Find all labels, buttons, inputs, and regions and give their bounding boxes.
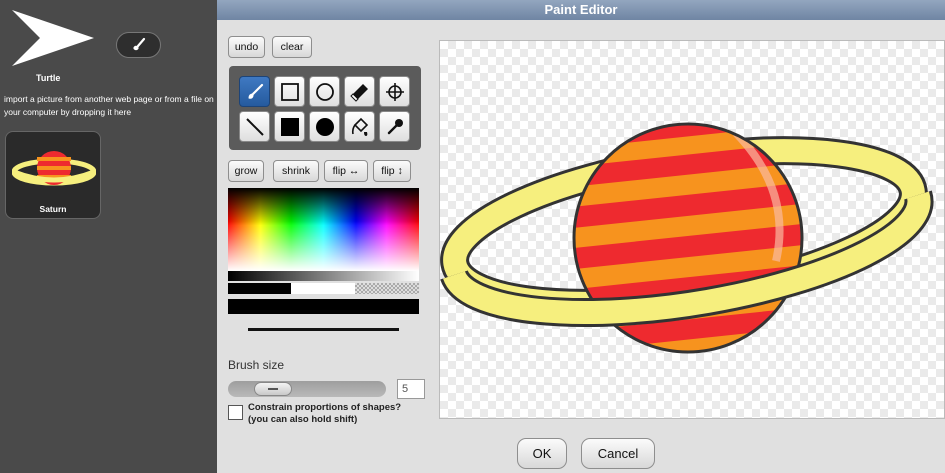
- color-palette[interactable]: [228, 188, 419, 271]
- constrain-checkbox[interactable]: [228, 405, 243, 420]
- flip-horizontal-button[interactable]: flip ↔: [324, 160, 368, 182]
- ellipse-tool[interactable]: [309, 76, 340, 107]
- grayscale-palette[interactable]: [228, 271, 419, 281]
- costume-panel: Turtle import a picture from another web…: [0, 0, 217, 473]
- filled-ellipse-tool[interactable]: [309, 111, 340, 142]
- flip-vertical-button[interactable]: flip ↕: [373, 160, 411, 182]
- brush-icon: [247, 83, 263, 99]
- dialog-title[interactable]: Paint Editor: [217, 0, 945, 20]
- filled-rectangle-icon: [280, 117, 299, 136]
- saturn-thumbnail-icon: [12, 151, 96, 186]
- cancel-button[interactable]: Cancel: [581, 438, 655, 469]
- ok-button[interactable]: OK: [517, 438, 567, 469]
- line-tool[interactable]: [239, 111, 270, 142]
- crosshairs-icon: [385, 82, 404, 101]
- import-hint: import a picture from another web page o…: [4, 94, 214, 117]
- crosshairs-tool[interactable]: [379, 76, 410, 107]
- clear-button[interactable]: clear: [272, 36, 312, 58]
- paint-editor-dialog: Paint Editor undo clear grow shrink flip…: [217, 0, 945, 473]
- white-swatch[interactable]: [291, 283, 355, 294]
- rectangle-tool[interactable]: [274, 76, 305, 107]
- costume-name: Saturn: [39, 204, 67, 214]
- filled-rectangle-tool[interactable]: [274, 111, 305, 142]
- turtle-arrow-icon: [12, 10, 94, 66]
- eyedropper-icon: [387, 118, 403, 134]
- drawing-canvas[interactable]: [439, 40, 945, 419]
- line-icon: [245, 117, 264, 136]
- transparent-swatch[interactable]: [355, 283, 419, 294]
- costume-thumbnail-saturn[interactable]: Saturn: [5, 131, 101, 219]
- rectangle-icon: [280, 82, 299, 101]
- constrain-label-line1: Constrain proportions of shapes?: [248, 402, 402, 413]
- paint-new-costume-button[interactable]: [116, 32, 161, 58]
- eraser-icon: [349, 83, 368, 102]
- filled-ellipse-icon: [315, 117, 334, 136]
- eraser-tool[interactable]: [344, 76, 375, 107]
- tool-palette: [229, 66, 421, 150]
- brush-tool[interactable]: [239, 76, 270, 107]
- paint-bucket-tool[interactable]: [344, 111, 375, 142]
- black-swatch[interactable]: [228, 283, 291, 294]
- grow-button[interactable]: grow: [228, 160, 264, 182]
- ellipse-icon: [315, 82, 334, 101]
- quick-colors: [228, 283, 419, 294]
- brush-icon: [132, 37, 145, 51]
- constrain-label: Constrain proportions of shapes? (you ca…: [248, 402, 401, 426]
- brush-size-label: Brush size: [228, 358, 285, 372]
- current-color-preview: [228, 299, 419, 314]
- brush-size-slider[interactable]: [228, 381, 386, 397]
- brush-size-input[interactable]: [397, 379, 425, 399]
- constrain-label-line2: (you can also hold shift): [248, 414, 358, 425]
- sprite-name: Turtle: [36, 73, 61, 83]
- brush-preview-line: [248, 328, 399, 331]
- eyedropper-tool[interactable]: [379, 111, 410, 142]
- paint-bucket-icon: [351, 117, 368, 136]
- saturn-drawing: [440, 122, 934, 354]
- shrink-button[interactable]: shrink: [273, 160, 319, 182]
- undo-button[interactable]: undo: [228, 36, 265, 58]
- slider-knob[interactable]: [254, 382, 292, 396]
